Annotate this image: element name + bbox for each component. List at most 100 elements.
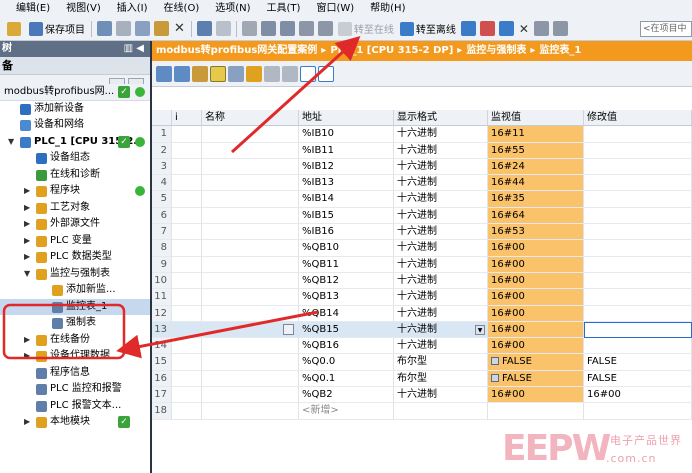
address-cell[interactable]: %IB11 (299, 142, 394, 159)
collapsed-arrow-icon[interactable]: ▶ (24, 249, 30, 266)
expanded-arrow-icon[interactable]: ▼ (8, 134, 14, 151)
display-format-cell[interactable]: 布尔型 (394, 354, 488, 371)
name-cell[interactable] (202, 191, 299, 208)
address-cell[interactable]: %QB15 (299, 321, 394, 339)
tree-item[interactable]: 添加新监... (0, 282, 150, 299)
dropdown-arrow-icon[interactable]: ▼ (475, 324, 485, 335)
name-cell[interactable] (202, 370, 299, 388)
collapsed-arrow-icon[interactable]: ▶ (24, 183, 30, 200)
download-icon[interactable] (260, 21, 276, 36)
simulate-icon[interactable] (298, 21, 314, 36)
name-cell[interactable] (202, 207, 299, 225)
collapsed-arrow-icon[interactable]: ▶ (24, 332, 30, 349)
address-cell[interactable]: %QB16 (299, 338, 394, 355)
tree-item[interactable]: 监控表_1 (0, 298, 150, 315)
tree-item[interactable]: 设备和网络 (0, 117, 150, 134)
modify-value-cell[interactable] (584, 126, 692, 143)
display-format-cell[interactable]: 十六进制 (394, 175, 488, 192)
upload-icon[interactable] (279, 21, 295, 36)
table-row[interactable]: 17 %QB2 十六进制 16#00 16#00 (152, 387, 692, 404)
name-cell[interactable] (202, 387, 299, 404)
print-icon[interactable] (97, 21, 112, 36)
tree-item[interactable]: modbus转profibus网... ✓ (0, 84, 150, 101)
paste-icon[interactable] (154, 21, 169, 36)
address-cell[interactable]: %QB11 (299, 256, 394, 273)
tag-picker-icon[interactable] (283, 323, 294, 335)
tree-item[interactable]: ▶ 外部源文件 (0, 216, 150, 233)
modify-value-cell[interactable] (584, 321, 692, 339)
menu-item[interactable]: 帮助(H) (362, 0, 413, 17)
tree-item[interactable]: ▶ 工艺对象 (0, 200, 150, 217)
name-cell[interactable] (202, 158, 299, 176)
modify-value-cell[interactable] (584, 272, 692, 290)
table-row[interactable]: 16 %Q0.1 布尔型 FALSE FALSE (152, 370, 692, 388)
breadcrumb-item[interactable]: PLC_1 [CPU 315-2 DP] (330, 45, 453, 56)
table-row[interactable]: 10 %QB12 十六进制 16#00 (152, 272, 692, 290)
redo-icon[interactable] (215, 21, 231, 36)
display-format-cell[interactable]: 十六进制 (394, 142, 488, 159)
add-row-icon[interactable] (174, 65, 190, 82)
compile-icon[interactable] (241, 21, 257, 36)
monitor-all-icon[interactable] (210, 65, 226, 82)
address-cell[interactable]: %IB16 (299, 224, 394, 241)
cut-icon[interactable] (116, 21, 131, 36)
col-header-address[interactable]: 地址 (299, 110, 394, 126)
collapsed-arrow-icon[interactable]: ▶ (24, 200, 30, 217)
accessible-devices-icon[interactable] (460, 21, 476, 36)
insert-row-icon[interactable] (156, 65, 172, 82)
table-row[interactable]: 14 %QB16 十六进制 16#00 (152, 338, 692, 355)
delete-icon[interactable]: ✕ (171, 19, 188, 39)
tree-item[interactable]: ▶ 本地模块 ✓ (0, 414, 150, 431)
menu-item[interactable]: 插入(I) (109, 0, 156, 17)
modify-value-cell[interactable]: FALSE (584, 370, 692, 388)
tree-item[interactable]: ▶ 在线备份 (0, 332, 150, 349)
table-row[interactable]: 12 %QB14 十六进制 16#00 (152, 305, 692, 322)
go-offline-button[interactable]: 转至离线 (397, 19, 459, 39)
display-format-cell[interactable] (394, 403, 488, 420)
display-format-cell[interactable]: 十六进制 (394, 240, 488, 257)
table-row[interactable]: 6 %IB15 十六进制 16#64 (152, 207, 692, 225)
breadcrumb-item[interactable]: 监控表_1 (539, 45, 581, 56)
modify-toggle-icon[interactable] (318, 65, 334, 82)
address-cell[interactable]: %QB12 (299, 272, 394, 290)
menu-item[interactable]: 在线(O) (156, 0, 208, 17)
display-format-cell[interactable]: 十六进制 (394, 305, 488, 322)
col-header-row-number[interactable] (152, 110, 172, 126)
table-row[interactable]: 13 %QB15 ▼ 十六进制 16#00 (152, 321, 692, 339)
name-cell[interactable] (202, 354, 299, 371)
table-row[interactable]: 9 %QB11 十六进制 16#00 (152, 256, 692, 273)
col-header-name[interactable]: 名称 (202, 110, 299, 126)
name-cell[interactable] (202, 240, 299, 257)
start-cpu-icon[interactable] (317, 21, 333, 36)
modify-value-cell[interactable] (584, 175, 692, 192)
menu-item[interactable]: 工具(T) (259, 0, 309, 17)
display-format-cell[interactable]: 十六进制 (394, 126, 488, 143)
stop-cpu-icon[interactable] (479, 21, 495, 36)
collapsed-arrow-icon[interactable]: ▶ (24, 233, 30, 250)
address-cell[interactable]: %IB10 (299, 126, 394, 143)
tree-item[interactable]: ▶ 程序块 (0, 183, 150, 200)
tree-item[interactable]: ▼ 监控与强制表 (0, 266, 150, 283)
save-project-button[interactable]: 保存项目 (26, 19, 88, 39)
modify-value-cell[interactable] (584, 158, 692, 176)
collapsed-arrow-icon[interactable]: ▶ (24, 414, 30, 431)
search-input[interactable]: <在项目中 (640, 20, 692, 37)
address-cell[interactable]: %Q0.0 (299, 354, 394, 371)
display-format-cell[interactable]: 十六进制 (394, 158, 488, 176)
col-header-display-format[interactable]: 显示格式 (394, 110, 488, 126)
monitor-once-icon[interactable] (228, 65, 244, 82)
address-cell[interactable]: %IB13 (299, 175, 394, 192)
name-cell[interactable] (202, 175, 299, 192)
modify-value-cell[interactable]: 16#00 (584, 387, 692, 404)
modify-value-cell[interactable] (584, 142, 692, 159)
table-row[interactable]: 1 %IB10 十六进制 16#11 (152, 126, 692, 143)
address-cell[interactable]: %QB13 (299, 289, 394, 306)
address-cell[interactable]: %IB12 (299, 158, 394, 176)
address-cell[interactable]: <新增> (299, 403, 394, 420)
tree-item[interactable]: ▼ PLC_1 [CPU 315-2... ✓ (0, 134, 150, 151)
breadcrumb-item[interactable]: modbus转profibus网关配置案例 (156, 45, 317, 56)
force-icon[interactable] (264, 65, 280, 82)
modify-icon[interactable] (246, 65, 262, 82)
undo-icon[interactable] (196, 21, 212, 36)
table-row[interactable]: 3 %IB12 十六进制 16#24 (152, 158, 692, 176)
